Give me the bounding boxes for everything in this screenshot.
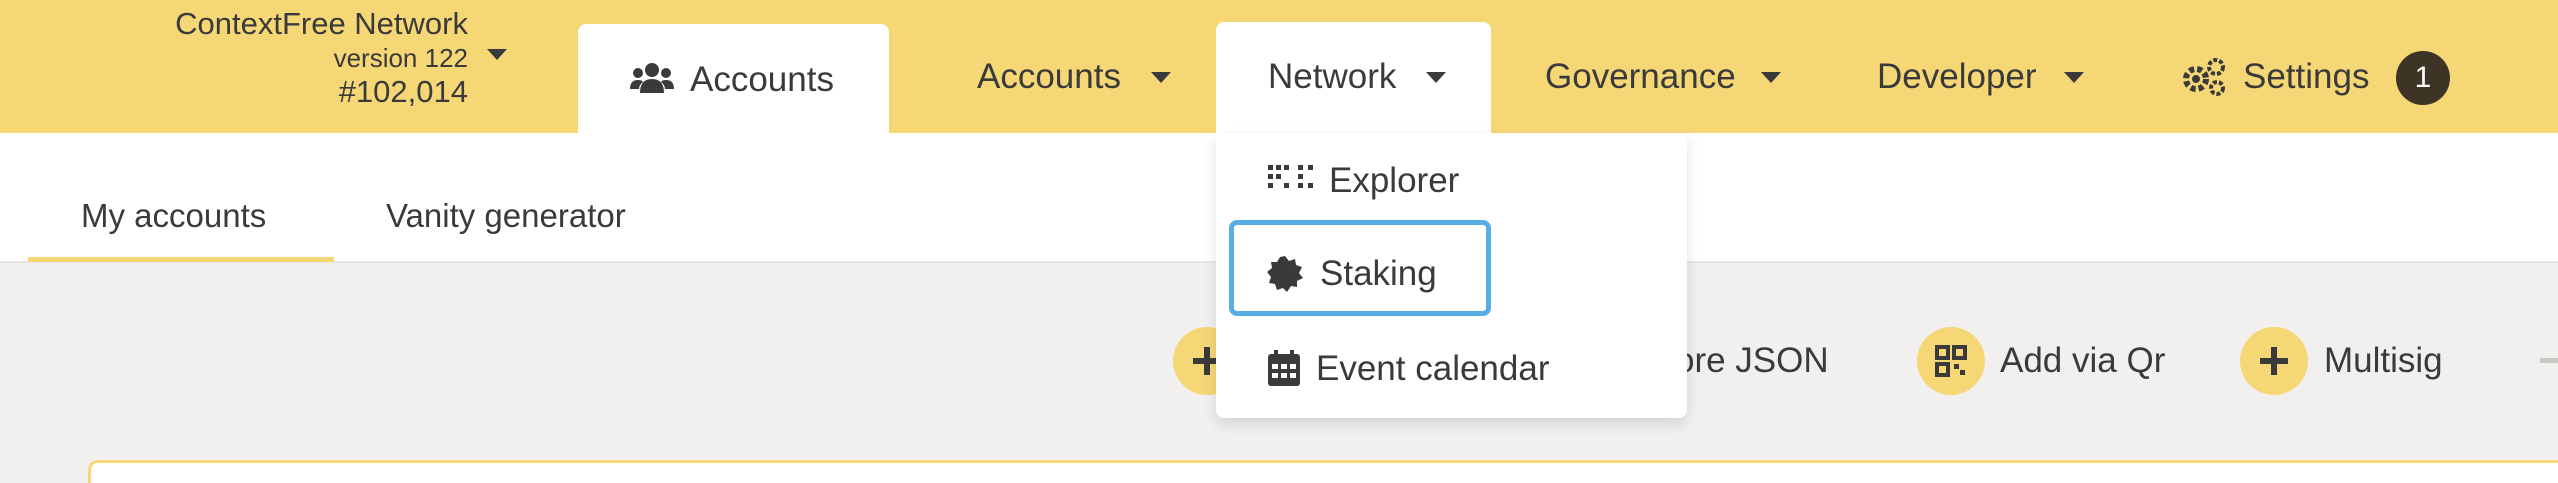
gears-icon	[2181, 57, 2227, 97]
chain-version: version 122	[333, 43, 468, 73]
multisig-button[interactable]	[2240, 327, 2308, 395]
active-subtab-indicator	[28, 257, 334, 262]
chain-best-block: #102,014	[338, 74, 468, 109]
explorer-dots-icon	[1268, 165, 1314, 195]
subtab-vanity-generator[interactable]: Vanity generator	[386, 196, 626, 236]
users-icon	[630, 63, 674, 93]
qrcode-icon	[1935, 345, 1967, 377]
plus-icon	[2260, 347, 2288, 375]
tab-accounts-label: Accounts	[690, 60, 834, 99]
add-via-qr-label[interactable]: Add via Qr	[2000, 341, 2165, 381]
chain-info[interactable]: ContextFree Network version 122 #102,014	[175, 6, 468, 110]
nav-developer-menu[interactable]: Developer	[1877, 57, 2037, 97]
menu-item-staking[interactable]: Staking	[1320, 254, 1437, 294]
subtab-my-accounts[interactable]: My accounts	[81, 196, 266, 236]
nav-accounts-menu[interactable]: Accounts	[977, 57, 1121, 97]
nav-network-menu[interactable]: Network	[1268, 57, 1396, 97]
staking-badge-icon	[1267, 256, 1303, 292]
menu-item-event-calendar[interactable]: Event calendar	[1316, 349, 1549, 389]
chevron-down-icon	[1426, 72, 1446, 83]
overflow-plus-icon	[2540, 358, 2558, 363]
nav-settings[interactable]: Settings	[2243, 57, 2369, 97]
settings-notification-badge: 1	[2396, 51, 2450, 105]
chevron-down-icon	[1151, 72, 1171, 83]
calendar-icon	[1268, 350, 1300, 386]
add-via-qr-button[interactable]	[1917, 327, 1985, 395]
chevron-down-icon	[1761, 72, 1781, 83]
chevron-down-icon	[2064, 72, 2084, 83]
menu-item-explorer[interactable]: Explorer	[1329, 161, 1459, 201]
multisig-label[interactable]: Multisig	[2324, 341, 2443, 381]
nav-governance-menu[interactable]: Governance	[1545, 57, 1736, 97]
restore-json-button-label[interactable]: ore JSON	[1675, 341, 1829, 381]
chain-name: ContextFree Network	[175, 6, 468, 41]
chain-selector-chevron-down-icon[interactable]	[487, 49, 507, 60]
